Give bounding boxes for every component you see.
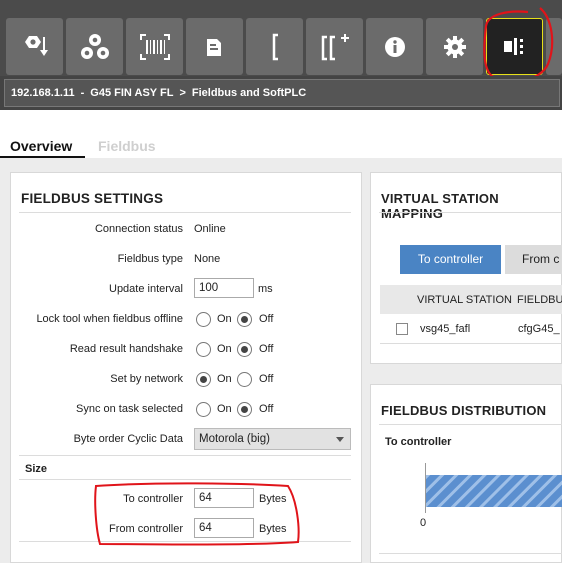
distribution-bar <box>426 475 562 507</box>
set-by-network-off-radio[interactable] <box>237 372 252 387</box>
panel-title: FIELDBUS SETTINGS <box>21 191 164 206</box>
divider <box>379 424 562 425</box>
bracket-icon <box>272 33 278 60</box>
set-by-network-on-radio[interactable] <box>196 372 211 387</box>
panel-title: VIRTUAL STATION MAPPING <box>381 191 499 221</box>
table-header: VIRTUAL STATION FIELDBUS <box>380 285 562 314</box>
row-fieldbus: cfgG45_ <box>518 323 560 335</box>
tab-overview[interactable]: Overview <box>10 138 72 154</box>
to-controller-button[interactable]: To controller <box>400 245 501 274</box>
column-header-fieldbus: FIELDBUS <box>517 294 562 306</box>
tab-bar: Overview Fieldbus <box>0 110 562 159</box>
distribution-axis-start: 0 <box>420 517 427 529</box>
row-checkbox[interactable] <box>396 323 408 335</box>
fieldbus-icon <box>503 37 523 55</box>
fieldbus-type-label: Fieldbus type <box>117 253 183 265</box>
controller-config-button[interactable] <box>186 18 243 75</box>
lock-tool-on-radio[interactable] <box>196 312 211 327</box>
settings-gear-icon <box>443 35 466 58</box>
bracket-add-button[interactable] <box>306 18 363 75</box>
barcode-button[interactable] <box>126 18 183 75</box>
update-interval-input[interactable]: 100 <box>194 278 254 298</box>
connection-status-value: Online <box>194 223 226 235</box>
divider <box>379 553 562 554</box>
settings-button[interactable] <box>426 18 483 75</box>
sync-task-label: Sync on task selected <box>75 403 183 415</box>
divider <box>379 212 562 213</box>
virtual-station-mapping-panel: VIRTUAL STATION MAPPING To controller Fr… <box>370 172 562 364</box>
fieldbus-button[interactable] <box>486 18 543 75</box>
breadcrumb: 192.168.1.11 - G45 FIN ASY FL > Fieldbus… <box>0 76 562 110</box>
multi-spindle-button[interactable] <box>66 18 123 75</box>
bracket-button[interactable] <box>246 18 303 75</box>
lock-tool-off-radio[interactable] <box>237 312 252 327</box>
barcode-icon <box>139 33 170 60</box>
byte-order-label: Byte order Cyclic Data <box>73 433 183 445</box>
tightening-icon <box>24 35 48 56</box>
breadcrumb-ip[interactable]: 192.168.1.11 <box>11 87 75 99</box>
from-controller-button[interactable]: From c <box>505 245 562 274</box>
sync-task-on-label: On <box>217 403 232 415</box>
fieldbus-type-value: None <box>194 253 221 265</box>
divider <box>380 343 562 344</box>
breadcrumb-arrow: > <box>179 87 186 99</box>
divider <box>19 212 351 213</box>
sync-task-on-radio[interactable] <box>196 402 211 417</box>
chevron-down-icon <box>336 437 344 442</box>
read-result-label: Read result handshake <box>69 343 183 355</box>
set-by-network-on-label: On <box>217 373 232 385</box>
read-result-off-label: Off <box>259 343 274 355</box>
read-result-on-radio[interactable] <box>196 342 211 357</box>
byte-order-select[interactable]: Motorola (big) <box>194 428 351 450</box>
update-interval-label: Update interval <box>109 283 183 295</box>
connection-status-label: Connection status <box>94 223 183 235</box>
gears-icon <box>80 33 109 59</box>
fieldbus-distribution-panel: FIELDBUS DISTRIBUTION To controller 0 <box>370 384 562 563</box>
size-section-label: Size <box>25 463 48 475</box>
breadcrumb-separator: - <box>80 87 85 99</box>
breadcrumb-controller[interactable]: G45 FIN ASY FL <box>90 87 173 99</box>
divider <box>19 455 351 456</box>
row-virtual-station: vsg45_fafl <box>420 323 471 335</box>
tab-fieldbus[interactable]: Fieldbus <box>98 138 156 154</box>
tightening-button[interactable] <box>6 18 63 75</box>
distribution-to-controller-label: To controller <box>385 436 452 448</box>
update-interval-unit: ms <box>258 283 273 295</box>
annotation-box-size <box>94 482 300 546</box>
controller-config-icon <box>206 38 221 56</box>
set-by-network-off-label: Off <box>259 373 274 385</box>
lock-tool-label: Lock tool when fieldbus offline <box>36 313 183 325</box>
toolbar-overflow-button[interactable] <box>546 18 562 75</box>
column-header-virtual-station: VIRTUAL STATION <box>417 294 512 306</box>
info-button[interactable] <box>366 18 423 75</box>
set-by-network-label: Set by network <box>110 373 183 385</box>
sync-task-off-label: Off <box>259 403 274 415</box>
read-result-off-radio[interactable] <box>237 342 252 357</box>
byte-order-value: Motorola (big) <box>199 433 270 445</box>
main-toolbar <box>0 0 562 76</box>
breadcrumb-page: Fieldbus and SoftPLC <box>191 87 307 99</box>
sync-task-off-radio[interactable] <box>237 402 252 417</box>
bracket-add-icon <box>321 33 349 60</box>
info-icon <box>384 36 405 57</box>
lock-tool-on-label: On <box>217 313 232 325</box>
read-result-on-label: On <box>217 343 232 355</box>
lock-tool-off-label: Off <box>259 313 274 325</box>
panel-title: FIELDBUS DISTRIBUTION <box>381 403 547 418</box>
